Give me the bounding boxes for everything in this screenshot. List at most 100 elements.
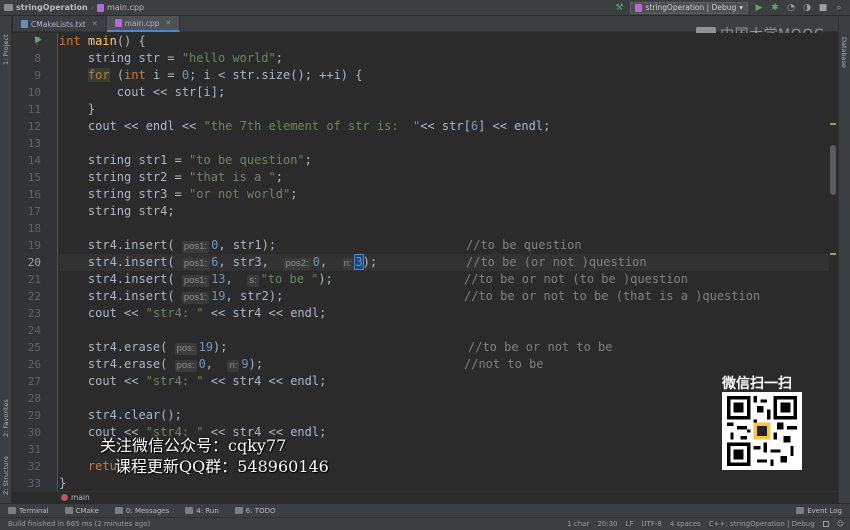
- line-number: 12: [27, 120, 41, 133]
- nav-breadcrumb: stringOperation › main.cpp: [0, 3, 144, 12]
- code-comment: //to be or not to be: [468, 340, 613, 354]
- line-number: 9: [34, 69, 41, 82]
- line-number: 24: [27, 324, 41, 337]
- code-line: string str2 = "that is a ";: [59, 170, 283, 184]
- nav-file[interactable]: main.cpp: [107, 3, 144, 12]
- param-hint: pos1:: [181, 275, 210, 287]
- tab-cmakelists[interactable]: CMakeLists.txt ✕: [13, 16, 107, 32]
- structure-tool-tab[interactable]: Z: Structure: [0, 451, 12, 501]
- line-number: 13: [27, 137, 41, 150]
- close-icon[interactable]: ✕: [92, 20, 98, 28]
- code-line: }: [59, 102, 96, 116]
- run-config-label: stringOperation | Debug: [645, 3, 737, 12]
- line-number: 11: [27, 103, 41, 116]
- code-line: cout << "str4: " << str4 << endl;: [59, 374, 327, 388]
- status-position[interactable]: 20:30: [597, 520, 617, 528]
- run-gutter-icon[interactable]: ▶: [35, 35, 42, 45]
- line-number: 20: [27, 256, 41, 269]
- line-number: 25: [27, 341, 41, 354]
- cpp-file-icon: [114, 19, 122, 27]
- lock-icon[interactable]: [822, 521, 829, 527]
- code-breadcrumb[interactable]: main: [13, 491, 838, 503]
- line-number: 32: [27, 460, 41, 473]
- line-number: 18: [27, 222, 41, 235]
- tab-label: main.cpp: [124, 18, 160, 28]
- inspector-icon[interactable]: ☺: [837, 520, 844, 528]
- status-context[interactable]: C++: stringOperation | Debug: [709, 520, 815, 528]
- line-number: 33: [27, 477, 41, 490]
- code-line: int main() {: [59, 34, 146, 48]
- run-config-selector[interactable]: stringOperation | Debug ▾: [630, 1, 748, 14]
- code-comment: //to be or not to be (that is a )questio…: [464, 289, 761, 303]
- status-encoding[interactable]: UTF-8: [641, 520, 661, 528]
- error-stripe-marker[interactable]: [830, 253, 836, 255]
- param-hint: pos:: [174, 343, 197, 355]
- project-tool-tab[interactable]: 1: Project: [0, 20, 12, 80]
- messages-icon: [114, 507, 123, 514]
- coverage-icon[interactable]: ◔: [786, 3, 796, 13]
- todo-tool-button[interactable]: 6: TODO: [227, 507, 284, 515]
- search-icon[interactable]: ⌕: [834, 3, 844, 13]
- editor-gutter[interactable]: 7 8 9 10 11 12 13 14 15 16 17 18 19 20 21 22 23 24 25 26 27 2…: [13, 33, 73, 491]
- line-number: 23: [27, 307, 41, 320]
- nav-project[interactable]: stringOperation: [16, 3, 88, 12]
- run-icon[interactable]: ▶: [754, 3, 764, 13]
- code-line: cout << "str4: " << str4 << endl;: [59, 306, 327, 320]
- line-number: 29: [27, 409, 41, 422]
- param-hint: n:: [341, 258, 354, 270]
- chevron-down-icon: ▾: [739, 3, 743, 12]
- run-icon: [185, 507, 194, 514]
- event-log-icon: [796, 507, 805, 514]
- terminal-icon: [8, 507, 16, 514]
- cmake-icon: [64, 507, 73, 514]
- cmake-tool-button[interactable]: CMake: [57, 507, 107, 515]
- tool-window-bar: Terminal CMake 0: Messages 4: Run 6: TOD…: [0, 503, 850, 517]
- param-hint: n:: [227, 360, 240, 372]
- line-number: 8: [34, 52, 41, 65]
- param-hint: pos:: [174, 360, 197, 372]
- debug-icon[interactable]: ✱: [770, 3, 780, 13]
- error-stripe-marker[interactable]: [830, 123, 836, 125]
- code-line: string str = "hello world";: [59, 51, 283, 65]
- line-number: 31: [27, 443, 41, 456]
- profile-icon[interactable]: ◑: [802, 3, 812, 13]
- favorites-tool-tab[interactable]: 2: Favorites: [0, 391, 12, 446]
- code-line: string str1 = "to be question";: [59, 153, 312, 167]
- messages-tool-button[interactable]: 0: Messages: [107, 507, 177, 515]
- stop-icon[interactable]: ■: [818, 3, 828, 13]
- event-log-button[interactable]: Event Log: [788, 507, 850, 515]
- breadcrumb-function[interactable]: main: [71, 493, 90, 502]
- code-line: cout << endl << "the 7th element of str …: [59, 119, 551, 133]
- code-line: for (int i = 0; i < str.size(); ++i) {: [87, 68, 363, 82]
- line-number: 28: [27, 392, 41, 405]
- code-comment: //to be or not (to be )question: [464, 272, 688, 286]
- status-line-separator[interactable]: LF: [626, 520, 634, 528]
- qr-code-graphic: [727, 396, 797, 466]
- promo-qq-text: 课程更新QQ群：548960146: [115, 457, 329, 476]
- scroll-thumb[interactable]: [830, 145, 836, 195]
- status-message[interactable]: Build finished in 665 ms (2 minutes ago): [8, 520, 150, 528]
- param-hint: pos2:: [283, 258, 311, 270]
- code-editor[interactable]: int main() { string str = "hello world";…: [59, 33, 829, 491]
- build-hammer-icon[interactable]: ⚒: [614, 3, 624, 13]
- navigation-bar: stringOperation › main.cpp ⚒ stringOpera…: [0, 0, 850, 16]
- status-indent[interactable]: 4 spaces: [670, 520, 701, 528]
- line-number: 10: [27, 86, 41, 99]
- line-number: 19: [27, 239, 41, 252]
- database-tool-tab[interactable]: Database: [838, 28, 850, 78]
- close-icon[interactable]: ✕: [165, 19, 171, 27]
- config-icon: [635, 3, 643, 12]
- code-comment: //to be (or not )question: [466, 255, 647, 269]
- line-number: 26: [27, 358, 41, 371]
- status-bar: Build finished in 665 ms (2 minutes ago)…: [0, 517, 850, 530]
- code-line: string str3 = "or not world";: [59, 187, 298, 201]
- code-line: cout << str[i];: [59, 85, 226, 99]
- tab-main-cpp[interactable]: main.cpp ✕: [106, 16, 181, 32]
- qr-code: [722, 392, 802, 470]
- editor-scrollbar[interactable]: [829, 33, 837, 491]
- tab-label: CMakeLists.txt: [31, 19, 86, 29]
- run-tool-button[interactable]: 4: Run: [177, 507, 226, 515]
- function-icon: [61, 494, 68, 501]
- param-hint: s:: [247, 275, 259, 287]
- terminal-tool-button[interactable]: Terminal: [0, 507, 57, 515]
